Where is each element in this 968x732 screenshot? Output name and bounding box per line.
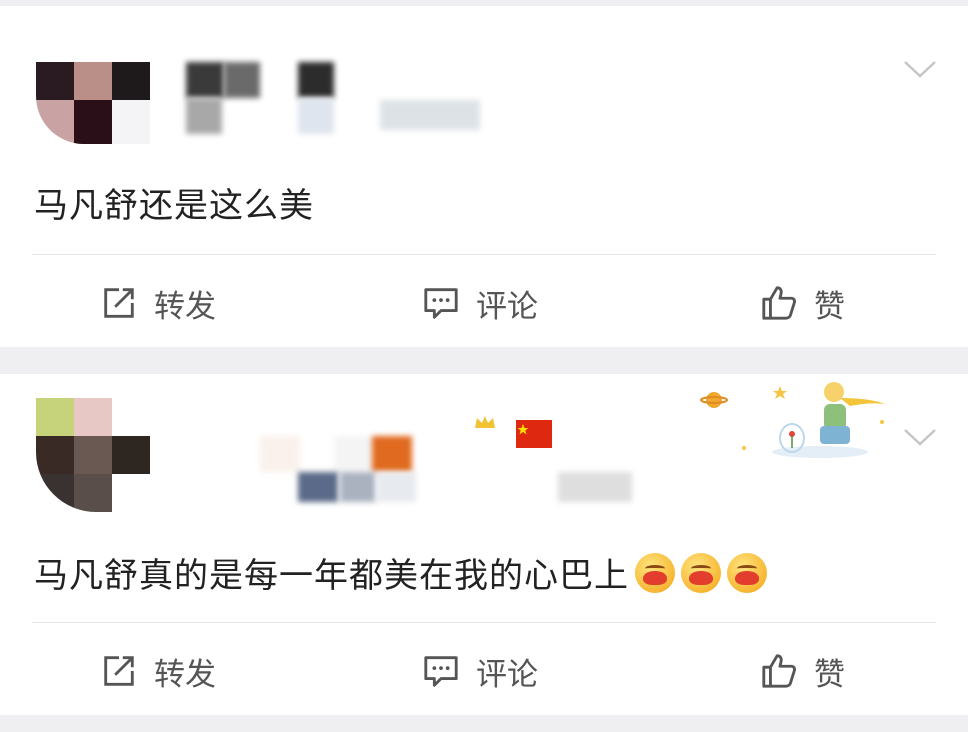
post-card: 马凡舒真的是每一年都美在我的心巴上 转发 评论 赞 [0, 374, 968, 715]
chevron-down-icon[interactable] [902, 418, 938, 454]
repost-icon [98, 650, 140, 692]
comment-label: 评论 [476, 656, 538, 693]
hug-heart-emoji [681, 553, 721, 593]
repost-label: 转发 [154, 656, 216, 693]
hug-heart-emoji [635, 553, 675, 593]
avatar[interactable] [36, 62, 150, 144]
crown-icon [474, 414, 496, 433]
post-text: 马凡舒真的是每一年都美在我的心巴上 [34, 556, 629, 596]
divider [32, 254, 936, 255]
comment-button[interactable]: 评论 [420, 278, 538, 328]
like-icon [758, 282, 800, 324]
divider [32, 622, 936, 623]
little-prince-sticker [700, 378, 890, 458]
post-content: 马凡舒真的是每一年都美在我的心巴上 [34, 548, 767, 597]
like-button[interactable]: 赞 [758, 278, 845, 328]
username-blurred[interactable] [160, 58, 500, 158]
like-label: 赞 [814, 656, 845, 693]
comment-button[interactable]: 评论 [420, 646, 538, 696]
chevron-down-icon[interactable] [902, 50, 938, 86]
hug-heart-emoji [727, 553, 767, 593]
repost-icon [98, 282, 140, 324]
flag-icon [516, 420, 552, 448]
comment-icon [420, 282, 462, 324]
repost-button[interactable]: 转发 [98, 646, 216, 696]
repost-button[interactable]: 转发 [98, 278, 216, 328]
like-button[interactable]: 赞 [758, 646, 845, 696]
comment-label: 评论 [476, 288, 538, 325]
repost-label: 转发 [154, 288, 216, 325]
username-blurred[interactable] [160, 430, 640, 530]
avatar[interactable] [36, 398, 150, 512]
post-card: 马凡舒还是这么美 转发 评论 赞 [0, 6, 968, 347]
like-icon [758, 650, 800, 692]
like-label: 赞 [814, 288, 845, 325]
post-content: 马凡舒还是这么美 [34, 186, 314, 226]
comment-icon [420, 650, 462, 692]
